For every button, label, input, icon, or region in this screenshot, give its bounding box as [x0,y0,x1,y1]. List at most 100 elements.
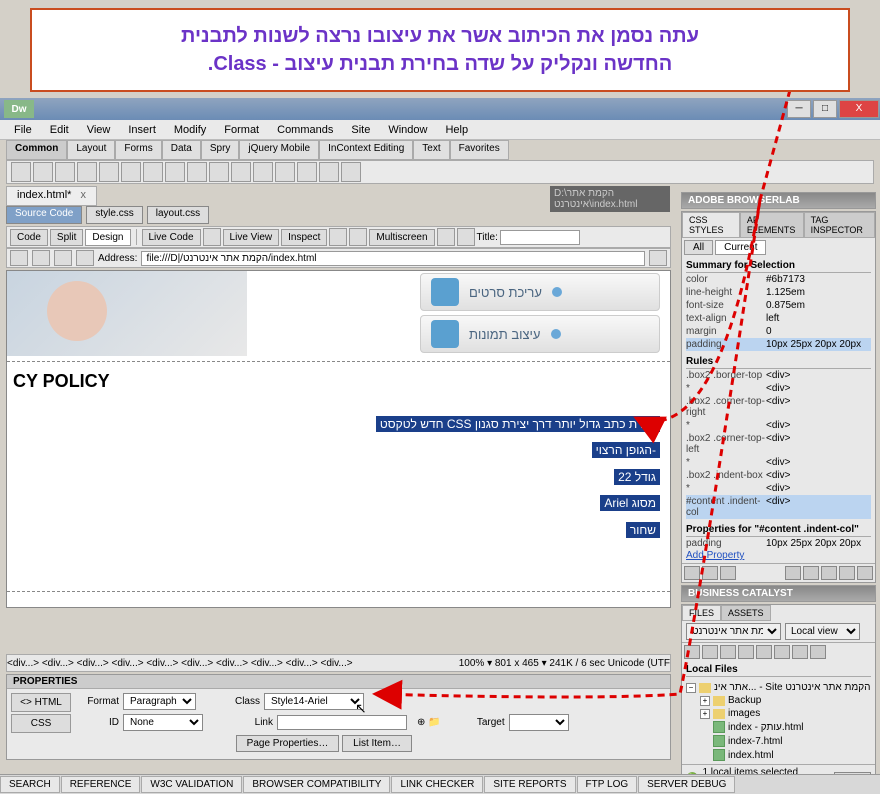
css-all-button[interactable]: All [684,240,713,255]
address-input[interactable] [141,251,645,266]
list-item-button[interactable]: List Item… [342,735,412,752]
inspect-button[interactable]: Inspect [281,229,327,246]
tab-assets[interactable]: ASSETS [721,605,771,621]
panel-tool-icon[interactable] [720,566,736,580]
tree-folder[interactable]: +Backup [686,694,871,707]
status-tab-browser-compat[interactable]: BROWSER COMPATIBILITY [243,776,390,793]
insert-tool-icon[interactable] [231,162,251,182]
files-tool-icon[interactable] [702,645,718,659]
insert-tool-icon[interactable] [77,162,97,182]
files-tool-icon[interactable] [738,645,754,659]
insert-tool-icon[interactable] [33,162,53,182]
maximize-button[interactable]: □ [813,100,837,118]
menu-site[interactable]: Site [343,122,378,138]
css-mode-button[interactable]: CSS [11,714,71,733]
files-tool-icon[interactable] [756,645,772,659]
toolbar-icon[interactable] [457,228,475,246]
files-tool-icon[interactable] [684,645,700,659]
tag-path[interactable]: <div...> <div...> <div...> <div...> <div… [7,658,459,669]
menu-view[interactable]: View [79,122,119,138]
close-button[interactable]: X [839,100,879,118]
nav-item[interactable]: עריכת סרטים [420,273,660,311]
insert-tool-icon[interactable] [253,162,273,182]
tree-folder[interactable]: +images [686,707,871,720]
view-split-button[interactable]: Split [50,229,83,246]
menu-commands[interactable]: Commands [269,122,341,138]
insert-tool-icon[interactable] [121,162,141,182]
status-tab-site-reports[interactable]: SITE REPORTS [484,776,575,793]
menu-help[interactable]: Help [437,122,476,138]
files-tool-icon[interactable] [810,645,826,659]
tree-file[interactable]: index - עותק.html [686,720,871,734]
src-tab-sourcecode[interactable]: Source Code [6,206,82,224]
panel-title[interactable]: BUSINESS CATALYST [682,586,875,601]
insert-tab-layout[interactable]: Layout [67,140,115,160]
insert-tool-icon[interactable] [187,162,207,182]
site-select[interactable]: מת אתר אינטרנט [686,623,781,640]
files-tool-icon[interactable] [792,645,808,659]
src-tab-stylecss[interactable]: style.css [86,206,142,224]
menu-format[interactable]: Format [216,122,267,138]
add-property-link[interactable]: Add Property [686,550,871,561]
insert-tool-icon[interactable] [165,162,185,182]
document-tab-index[interactable]: index.html* x [6,186,97,206]
insert-tab-common[interactable]: Common [6,140,67,160]
insert-tool-icon[interactable] [143,162,163,182]
status-tab-server-debug[interactable]: SERVER DEBUG [638,776,735,793]
selected-text-block[interactable]: יצירת כתב גדול יותר דרך יצירת סגנון CSS … [17,411,660,543]
format-select[interactable]: Paragraph [123,693,196,710]
panel-tool-icon[interactable] [803,566,819,580]
files-tool-icon[interactable] [774,645,790,659]
insert-tool-icon[interactable] [11,162,31,182]
insert-tab-incontext[interactable]: InContext Editing [319,140,413,160]
css-current-button[interactable]: Current [715,240,766,255]
status-tab-w3c[interactable]: W3C VALIDATION [141,776,242,793]
page-properties-button[interactable]: Page Properties… [236,735,340,752]
class-select[interactable]: Style14-Ariel [264,693,364,710]
insert-tool-icon[interactable] [297,162,317,182]
tab-tag-inspector[interactable]: TAG INSPECTOR [804,212,875,238]
addr-icon[interactable] [649,250,667,266]
panel-tool-icon[interactable] [684,566,700,580]
insert-tab-favorites[interactable]: Favorites [450,140,509,160]
status-tab-ftp[interactable]: FTP LOG [577,776,638,793]
toolbar-icon[interactable] [203,228,221,246]
id-select[interactable]: None [123,714,203,731]
tab-ap-elements[interactable]: AP ELEMENTS [740,212,804,238]
menu-file[interactable]: File [6,122,40,138]
refresh-icon[interactable] [54,250,72,266]
minimize-button[interactable]: ─ [787,100,811,118]
insert-tab-text[interactable]: Text [413,140,449,160]
insert-tab-jquery[interactable]: jQuery Mobile [239,140,319,160]
panel-tool-icon[interactable] [839,566,855,580]
status-tab-reference[interactable]: REFERENCE [61,776,141,793]
panel-title[interactable]: ADOBE BROWSERLAB [682,193,875,208]
tree-file[interactable]: index-7.html [686,734,871,748]
insert-tab-data[interactable]: Data [162,140,201,160]
tab-files[interactable]: FILES [682,605,721,621]
tree-root[interactable]: −אתר אינ... - Site הקמת אתר אינטרנט [686,681,871,694]
live-code-button[interactable]: Live Code [142,229,201,246]
html-mode-button[interactable]: <> HTML [11,693,71,712]
view-code-button[interactable]: Code [10,229,48,246]
insert-tab-forms[interactable]: Forms [115,140,161,160]
doc-tab-close-icon[interactable]: x [80,189,86,201]
insert-tool-icon[interactable] [319,162,339,182]
insert-tool-icon[interactable] [275,162,295,182]
menu-modify[interactable]: Modify [166,122,214,138]
home-icon[interactable] [76,250,94,266]
link-input[interactable] [277,715,407,730]
src-tab-layoutcss[interactable]: layout.css [147,206,209,224]
status-tab-link-checker[interactable]: LINK CHECKER [391,776,483,793]
back-icon[interactable] [10,250,28,266]
insert-tool-icon[interactable] [209,162,229,182]
toolbar-icon[interactable] [437,228,455,246]
insert-tab-spry[interactable]: Spry [201,140,240,160]
tab-css-styles[interactable]: CSS STYLES [682,212,740,238]
view-select[interactable]: Local view [785,623,860,640]
insert-tool-icon[interactable] [99,162,119,182]
multiscreen-button[interactable]: Multiscreen [369,229,434,246]
menu-window[interactable]: Window [380,122,435,138]
panel-tool-icon[interactable] [821,566,837,580]
nav-item[interactable]: עיצוב תמונות [420,315,660,353]
